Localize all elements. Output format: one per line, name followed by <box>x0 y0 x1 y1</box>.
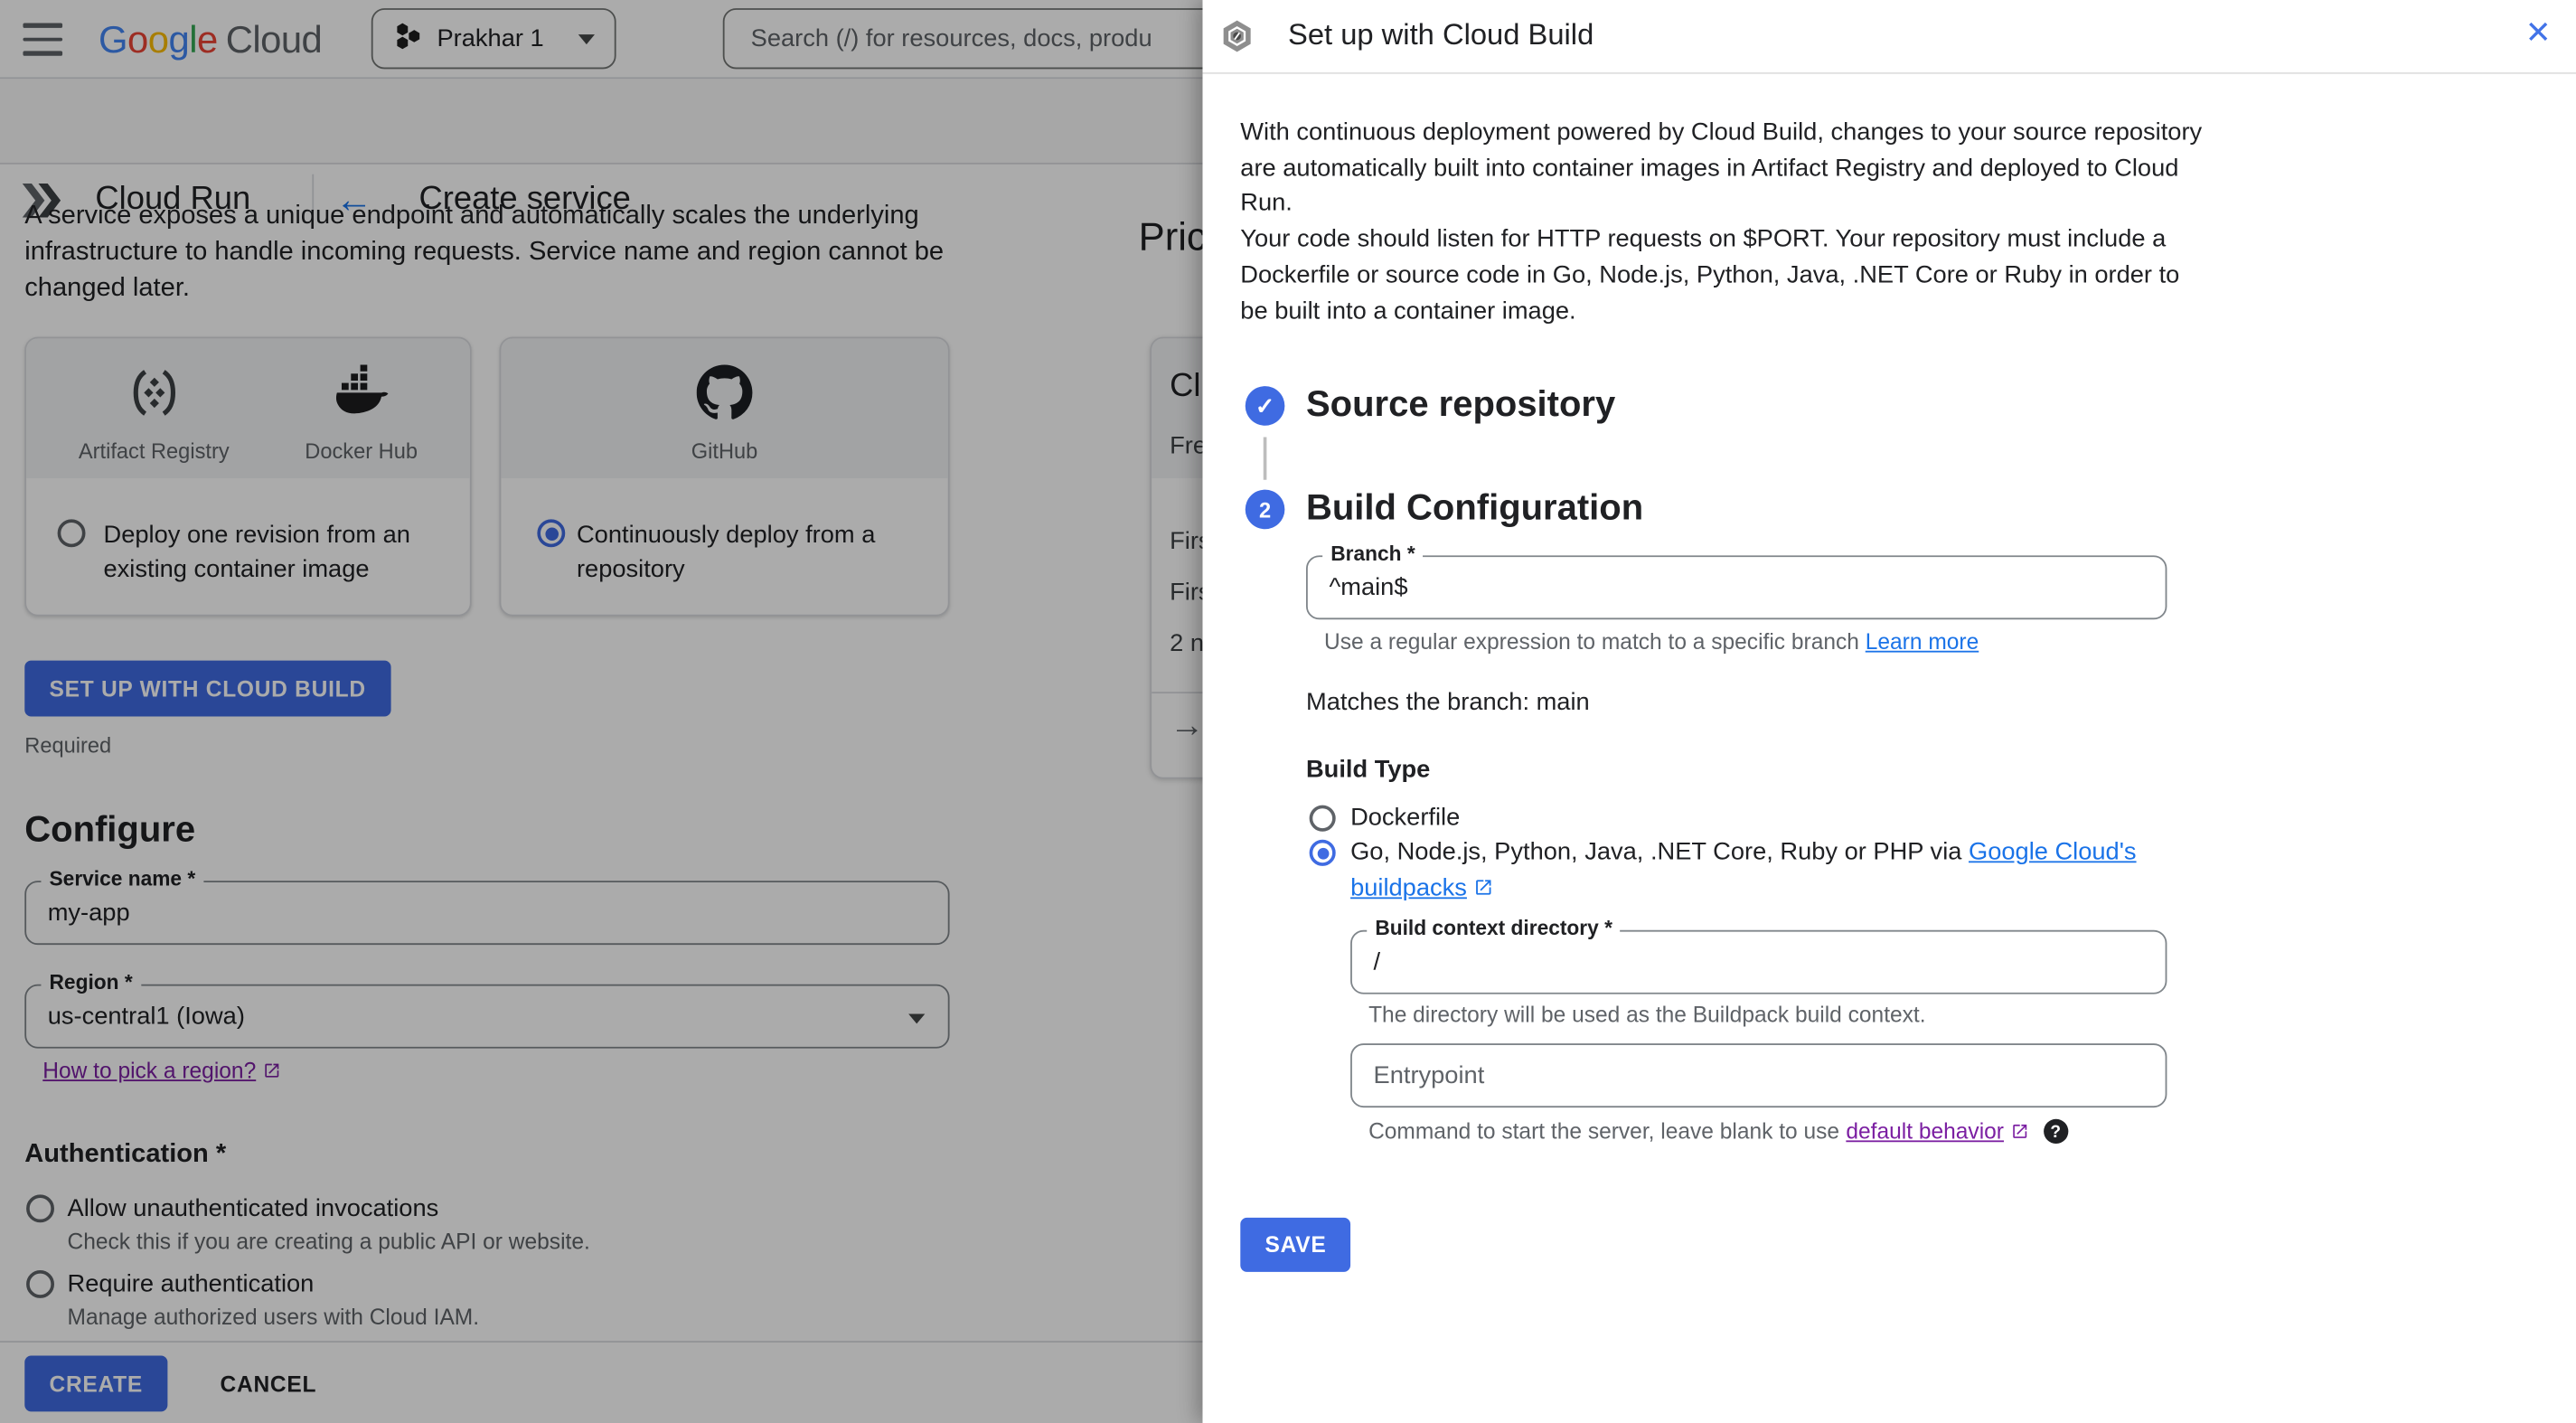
panel-description-line2: Your code should listen for HTTP request… <box>1240 225 2180 325</box>
build-context-field[interactable]: Build context directory * <box>1350 917 2167 994</box>
cloud-build-panel: Set up with Cloud Build ✕ With continuou… <box>1202 0 2576 1423</box>
external-link-icon <box>1476 880 1491 895</box>
screen: Google Cloud Prakhar 1 Search (/) for re… <box>0 0 2576 1423</box>
help-icon[interactable]: ? <box>2043 1118 2068 1145</box>
learn-more-link[interactable]: Learn more <box>1866 629 1979 654</box>
buildpacks-radio[interactable] <box>1309 839 1336 866</box>
step-connector <box>1263 437 1266 480</box>
buildpacks-label-text: Go, Node.js, Python, Java, .NET Core, Ru… <box>1350 837 1969 866</box>
panel-header: Set up with Cloud Build ✕ <box>1202 0 2576 74</box>
save-button[interactable]: SAVE <box>1240 1217 1351 1272</box>
branch-helper: Use a regular expression to match to a s… <box>1324 629 1979 654</box>
panel-title: Set up with Cloud Build <box>1288 17 1594 52</box>
panel-description: With continuous deployment powered by Cl… <box>1240 115 2213 329</box>
buildpacks-label[interactable]: Go, Node.js, Python, Java, .NET Core, Ru… <box>1350 834 2156 907</box>
step2-number: 2 <box>1258 496 1272 523</box>
build-context-input[interactable] <box>1351 931 2166 993</box>
dockerfile-label[interactable]: Dockerfile <box>1350 804 1460 832</box>
panel-description-line1: With continuous deployment powered by Cl… <box>1240 118 2203 218</box>
step2-number-circle: 2 <box>1245 489 1285 530</box>
entrypoint-helper-text: Command to start the server, leave blank… <box>1368 1118 1840 1145</box>
external-link-icon <box>2012 1124 2026 1138</box>
branch-match-note: Matches the branch: main <box>1305 688 1590 717</box>
entrypoint-field[interactable] <box>1350 1043 2167 1108</box>
branch-helper-text: Use a regular expression to match to a s… <box>1323 629 1866 655</box>
cloud-build-icon <box>1219 18 1255 62</box>
entrypoint-input[interactable] <box>1351 1044 2166 1107</box>
build-context-helper: The directory will be used as the Buildp… <box>1368 1002 1926 1028</box>
branch-input[interactable] <box>1307 557 2166 618</box>
default-behavior-link[interactable]: default behavior <box>1846 1119 2028 1144</box>
step1-check-circle: ✓ <box>1245 386 1285 426</box>
build-type-heading: Build Type <box>1305 756 1431 784</box>
close-icon[interactable]: ✕ <box>2525 14 2552 52</box>
entrypoint-helper: Command to start the server, leave blank… <box>1368 1118 2068 1145</box>
step2-title: Build Configuration <box>1305 486 1644 528</box>
branch-field[interactable]: Branch * <box>1305 542 2167 620</box>
branch-label: Branch * <box>1322 542 1424 566</box>
default-behavior-link-text: default behavior <box>1846 1118 2004 1145</box>
check-icon: ✓ <box>1255 391 1275 419</box>
dockerfile-radio[interactable] <box>1309 805 1336 832</box>
build-context-label: Build context directory * <box>1367 917 1622 940</box>
step1-title: Source repository <box>1305 382 1616 424</box>
